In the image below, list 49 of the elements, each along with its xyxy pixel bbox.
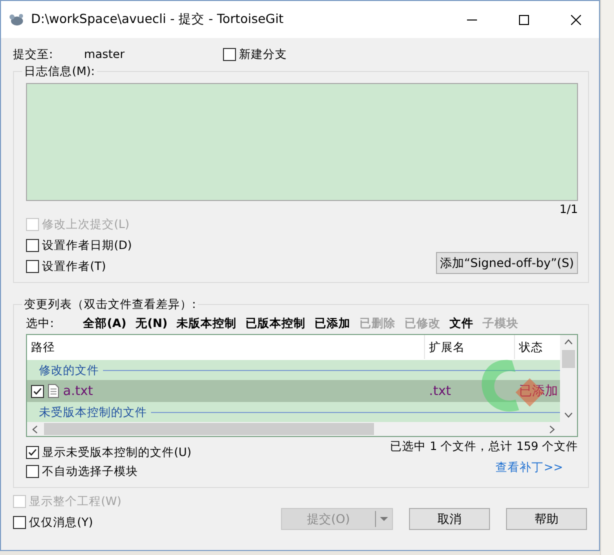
column-header[interactable]: 路径: [31, 340, 55, 354]
vertical-scrollbar[interactable]: [560, 335, 577, 422]
log-label: 日志信息(M):: [24, 64, 95, 78]
select-label: 选中:: [26, 316, 54, 330]
checkbox[interactable]: [26, 239, 39, 252]
column-header[interactable]: 扩展名: [429, 340, 465, 354]
group-header: 修改的文件: [39, 362, 99, 378]
checkbox[interactable]: [26, 446, 39, 459]
changes-label: 变更列表（双击文件查看差异）:: [24, 297, 196, 311]
checkbox-label: 显示未受版本控制的文件(U): [42, 445, 192, 460]
close-icon: [571, 14, 581, 24]
log-message-field[interactable]: [26, 83, 578, 201]
signoff-button[interactable]: 添加“Signed-off-by”(S): [436, 252, 578, 274]
checkbox-label: 修改上次提交(L): [42, 217, 130, 232]
checkbox[interactable]: [31, 384, 44, 398]
checkbox[interactable]: [13, 516, 26, 529]
file-path: a.txt: [63, 384, 93, 398]
view-patch-link[interactable]: 查看补丁>>: [496, 460, 563, 475]
checkbox-label: 不自动选择子模块: [42, 464, 138, 479]
commit-to-label: 提交至:: [13, 46, 53, 60]
filter-link[interactable]: 全部(A): [83, 316, 126, 331]
scroll-thumb[interactable]: [562, 350, 575, 368]
branch-name: master: [84, 47, 125, 61]
filter-link[interactable]: 未版本控制: [176, 316, 237, 331]
group-header: 未受版本控制的文件: [39, 404, 147, 420]
maximize-icon: [519, 14, 529, 24]
checkbox[interactable]: [223, 48, 236, 60]
dialog-button[interactable]: 取消: [409, 508, 490, 530]
checkbox[interactable]: [26, 465, 39, 478]
scroll-thumb[interactable]: [44, 423, 374, 435]
dialog-button[interactable]: 帮助: [506, 508, 587, 530]
checkbox-label: 仅仅消息(Y): [29, 515, 93, 530]
horizontal-scrollbar[interactable]: [27, 422, 577, 436]
selection-summary: 已选中 1 个文件，总计 159 个文件: [390, 439, 578, 454]
window-title: D:\workSpace\avuecli - 提交 - TortoiseGit: [31, 11, 285, 28]
turtle-icon: [9, 12, 25, 26]
filter-link[interactable]: 已版本控制: [246, 316, 306, 331]
file-extension: .txt: [429, 384, 452, 398]
column-header[interactable]: 状态: [519, 340, 543, 354]
checkbox-label: 显示整个工程(W): [29, 494, 122, 509]
filter-link[interactable]: 文件: [450, 316, 474, 331]
checkbox-label: 新建分支: [239, 46, 287, 62]
line-counter: 1/1: [559, 202, 578, 216]
checkbox-label: 设置作者(T): [42, 259, 106, 274]
checkbox[interactable]: [26, 260, 39, 273]
filter-link[interactable]: 已添加: [314, 316, 351, 331]
file-icon: [48, 384, 59, 398]
checkbox-label: 设置作者日期(D): [42, 238, 132, 253]
filter-link[interactable]: 无(N): [135, 316, 168, 331]
